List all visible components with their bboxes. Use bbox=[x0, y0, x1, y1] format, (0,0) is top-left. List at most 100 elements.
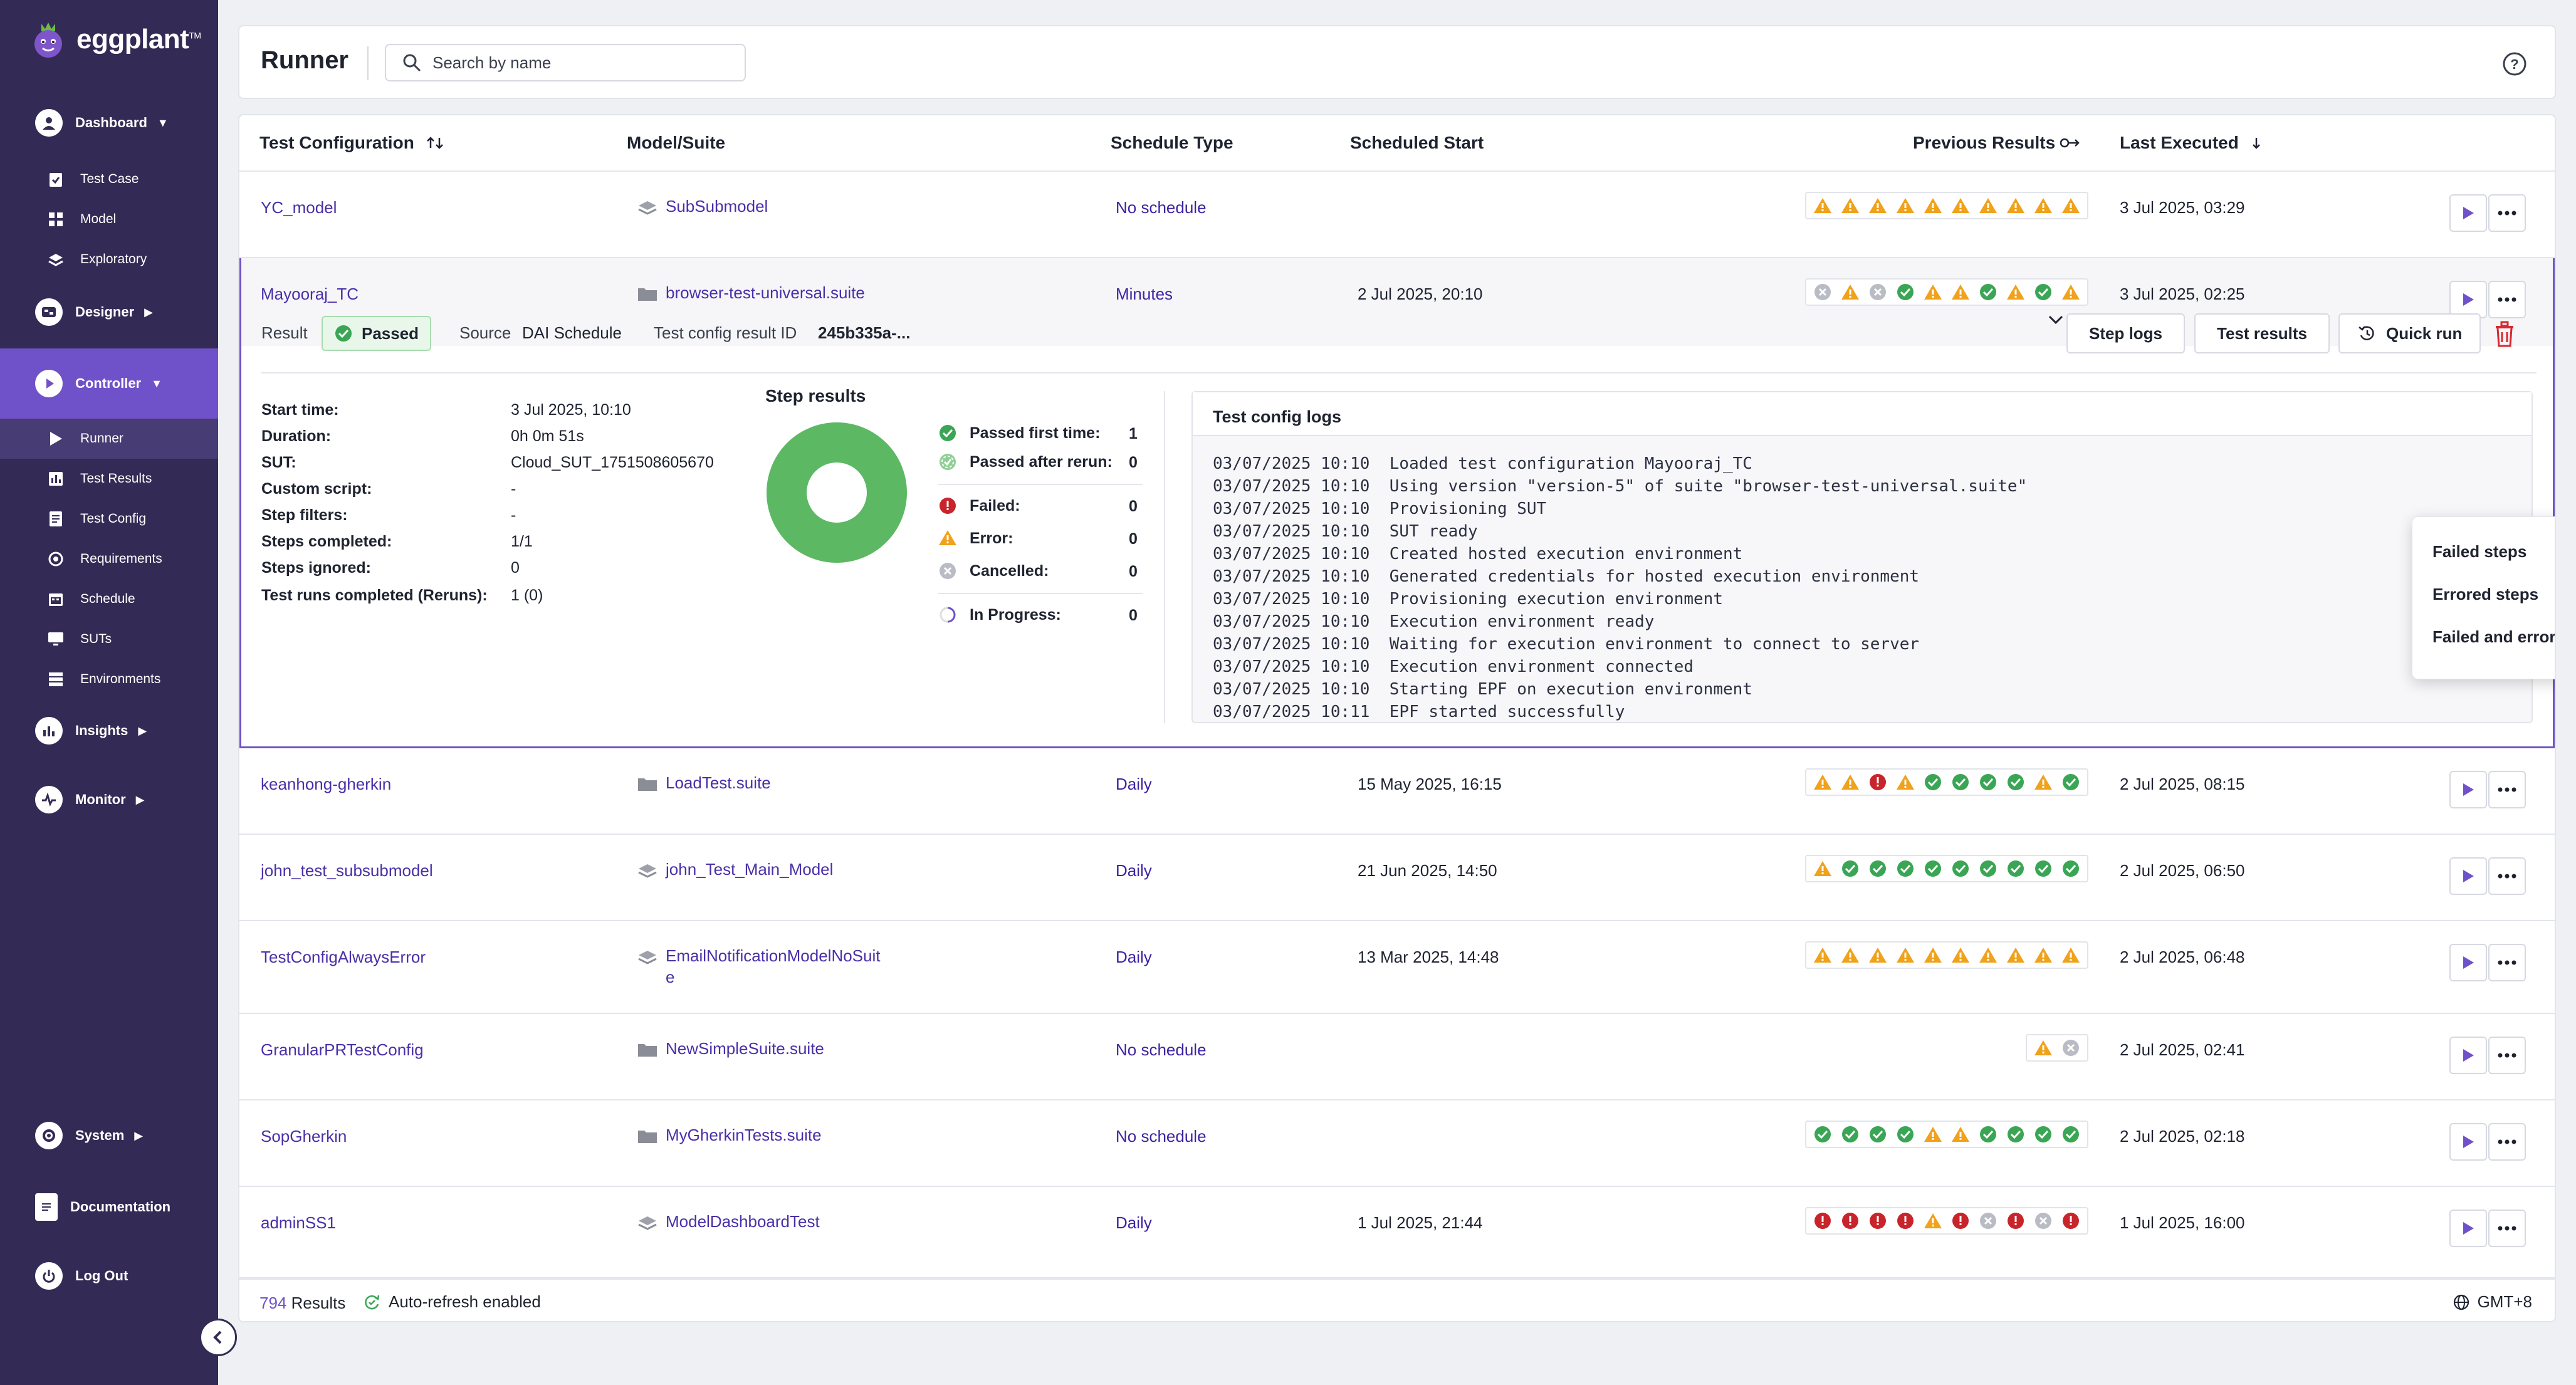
model-suite-link[interactable]: SubSubmodel bbox=[666, 196, 768, 217]
sidebar-item-requirements[interactable]: Requirements bbox=[0, 539, 218, 579]
pass-check-icon[interactable] bbox=[1977, 771, 1999, 793]
pass-check-icon[interactable] bbox=[1812, 1124, 1833, 1145]
model-suite-link[interactable]: EmailNotificationModelNoSuit e bbox=[666, 945, 880, 988]
table-row[interactable]: keanhong-gherkin LoadTest.suite Daily 15… bbox=[239, 748, 2555, 835]
pass-check-icon[interactable] bbox=[2033, 1124, 2054, 1145]
pass-check-icon[interactable] bbox=[1895, 858, 1916, 879]
warning-icon[interactable] bbox=[1867, 944, 1888, 966]
schedule-type-link[interactable]: Daily bbox=[1116, 861, 1152, 881]
warning-icon[interactable] bbox=[1895, 944, 1916, 966]
table-row[interactable]: john_test_subsubmodel john_Test_Main_Mod… bbox=[239, 835, 2555, 921]
warning-icon[interactable] bbox=[1812, 858, 1833, 879]
fail-exclamation-icon[interactable] bbox=[1867, 771, 1888, 793]
warning-icon[interactable] bbox=[1812, 944, 1833, 966]
more-options-button[interactable] bbox=[2488, 944, 2526, 981]
trash-icon[interactable] bbox=[2493, 321, 2516, 347]
warning-icon[interactable] bbox=[2033, 1037, 2054, 1058]
sidebar-item-controller[interactable]: Controller ▼ bbox=[0, 348, 218, 419]
sidebar-item-test-results[interactable]: Test Results bbox=[0, 459, 218, 499]
more-options-button[interactable] bbox=[2488, 194, 2526, 232]
test-config-name-link[interactable]: adminSS1 bbox=[261, 1213, 336, 1233]
run-button[interactable] bbox=[2449, 1037, 2487, 1074]
timezone-selector[interactable]: GMT+8 bbox=[2453, 1292, 2532, 1312]
eggplant-logo[interactable]: eggplantTM bbox=[28, 19, 201, 60]
table-row[interactable]: GranularPRTestConfig NewSimpleSuite.suit… bbox=[239, 1014, 2555, 1100]
model-suite-link[interactable]: NewSimpleSuite.suite bbox=[666, 1038, 824, 1059]
search-box[interactable] bbox=[385, 44, 746, 81]
pass-check-icon[interactable] bbox=[2060, 771, 2081, 793]
cancelled-x-icon[interactable] bbox=[2060, 1037, 2081, 1058]
sidebar-item-monitor[interactable]: Monitor ▶ bbox=[0, 775, 218, 825]
warning-icon[interactable] bbox=[1977, 944, 1999, 966]
pass-check-icon[interactable] bbox=[1840, 858, 1861, 879]
column-header-test-configuration[interactable]: Test Configuration bbox=[259, 133, 444, 153]
warning-icon[interactable] bbox=[1950, 195, 1971, 216]
test-config-name-link[interactable]: GranularPRTestConfig bbox=[261, 1040, 424, 1060]
column-header-schedule-type[interactable]: Schedule Type bbox=[1111, 133, 1233, 153]
warning-icon[interactable] bbox=[1812, 771, 1833, 793]
fail-exclamation-icon[interactable] bbox=[1950, 1210, 1971, 1231]
warning-icon[interactable] bbox=[1840, 771, 1861, 793]
warning-icon[interactable] bbox=[1840, 944, 1861, 966]
pass-check-icon[interactable] bbox=[1950, 771, 1971, 793]
warning-icon[interactable] bbox=[2060, 195, 2081, 216]
warning-icon[interactable] bbox=[1867, 195, 1888, 216]
pass-check-icon[interactable] bbox=[1895, 1124, 1916, 1145]
collapse-sidebar-button[interactable] bbox=[199, 1319, 237, 1356]
sidebar-item-schedule[interactable]: Schedule bbox=[0, 579, 218, 619]
cancelled-x-icon[interactable] bbox=[2033, 1210, 2054, 1231]
menu-item-failed-and-errored-steps[interactable]: Failed and errored steps bbox=[2432, 627, 2555, 647]
fail-exclamation-icon[interactable] bbox=[2005, 1210, 2026, 1231]
sidebar-item-environments[interactable]: Environments bbox=[0, 659, 218, 699]
sidebar-item-test-config[interactable]: Test Config bbox=[0, 499, 218, 539]
test-config-name-link[interactable]: john_test_subsubmodel bbox=[261, 861, 433, 881]
run-button[interactable] bbox=[2449, 194, 2487, 232]
more-options-button[interactable] bbox=[2488, 857, 2526, 895]
logs-content[interactable]: 03/07/2025 10:10 Loaded test configurati… bbox=[1213, 452, 2027, 723]
table-row[interactable]: TestConfigAlwaysError EmailNotificationM… bbox=[239, 921, 2555, 1014]
fail-exclamation-icon[interactable] bbox=[1812, 1210, 1833, 1231]
model-suite-link[interactable]: MyGherkinTests.suite bbox=[666, 1124, 822, 1146]
warning-icon[interactable] bbox=[2005, 944, 2026, 966]
warning-icon[interactable] bbox=[2005, 195, 2026, 216]
column-header-model-suite[interactable]: Model/Suite bbox=[627, 133, 725, 153]
quick-run-button[interactable]: Quick run bbox=[2338, 313, 2481, 353]
pass-check-icon[interactable] bbox=[2033, 858, 2054, 879]
pass-check-icon[interactable] bbox=[1950, 858, 1971, 879]
warning-icon[interactable] bbox=[2060, 944, 2081, 966]
warning-icon[interactable] bbox=[1922, 1210, 1944, 1231]
model-suite-link[interactable]: LoadTest.suite bbox=[666, 772, 771, 793]
run-button[interactable] bbox=[2449, 1123, 2487, 1161]
schedule-type-link[interactable]: No schedule bbox=[1116, 1127, 1207, 1146]
pass-check-icon[interactable] bbox=[2005, 771, 2026, 793]
more-options-button[interactable] bbox=[2488, 1210, 2526, 1247]
cancelled-x-icon[interactable] bbox=[1977, 1210, 1999, 1231]
more-options-button[interactable] bbox=[2488, 771, 2526, 808]
warning-icon[interactable] bbox=[1977, 195, 1999, 216]
warning-icon[interactable] bbox=[1895, 771, 1916, 793]
warning-icon[interactable] bbox=[1812, 195, 1833, 216]
pass-check-icon[interactable] bbox=[2005, 1124, 2026, 1145]
fail-exclamation-icon[interactable] bbox=[1840, 1210, 1861, 1231]
test-config-name-link[interactable]: TestConfigAlwaysError bbox=[261, 948, 426, 967]
warning-icon[interactable] bbox=[2033, 195, 2054, 216]
step-logs-button[interactable]: Step logs bbox=[2066, 313, 2186, 353]
warning-icon[interactable] bbox=[1950, 1124, 1971, 1145]
sidebar-item-test-case[interactable]: Test Case bbox=[0, 159, 218, 199]
table-row[interactable]: adminSS1 ModelDashboardTest Daily 1 Jul … bbox=[239, 1187, 2555, 1278]
warning-icon[interactable] bbox=[1922, 1124, 1944, 1145]
sidebar-item-designer[interactable]: Designer ▶ bbox=[0, 287, 218, 337]
table-row[interactable]: SopGherkin MyGherkinTests.suite No sched… bbox=[239, 1100, 2555, 1187]
pass-check-icon[interactable] bbox=[1922, 771, 1944, 793]
fail-exclamation-icon[interactable] bbox=[1867, 1210, 1888, 1231]
more-options-button[interactable] bbox=[2488, 1123, 2526, 1161]
schedule-type-link[interactable]: No schedule bbox=[1116, 198, 1207, 217]
test-config-name-link[interactable]: YC_model bbox=[261, 198, 337, 217]
fail-exclamation-icon[interactable] bbox=[2060, 1210, 2081, 1231]
fail-exclamation-icon[interactable] bbox=[1895, 1210, 1916, 1231]
sidebar-item-documentation[interactable]: Documentation bbox=[0, 1182, 218, 1232]
warning-icon[interactable] bbox=[2033, 771, 2054, 793]
test-config-name-link[interactable]: keanhong-gherkin bbox=[261, 775, 391, 794]
pass-check-icon[interactable] bbox=[2060, 858, 2081, 879]
auto-refresh-status[interactable]: Auto-refresh enabled bbox=[364, 1292, 541, 1312]
